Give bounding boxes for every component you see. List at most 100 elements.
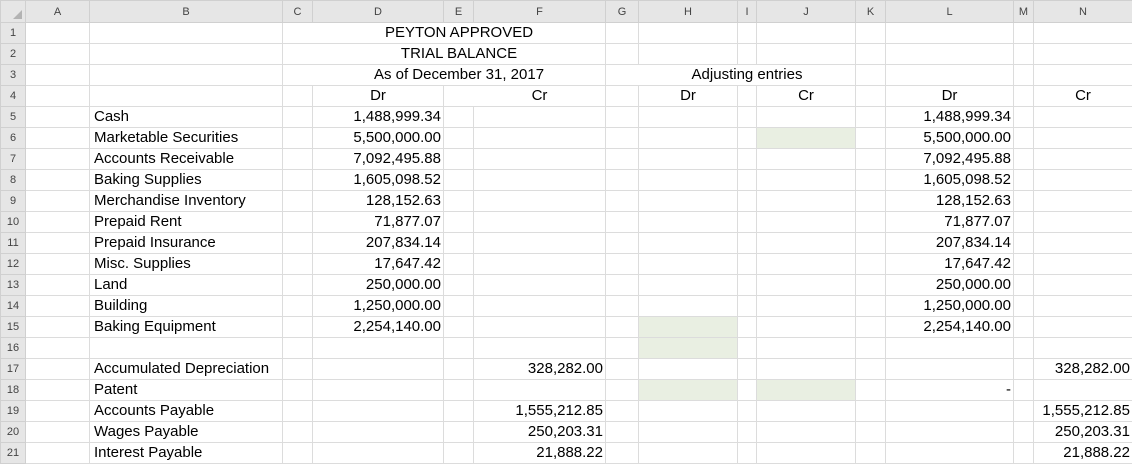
adj-credit-cell[interactable] <box>756 358 856 380</box>
cell[interactable] <box>737 379 757 401</box>
cell[interactable] <box>89 85 283 107</box>
adj-debit-cell[interactable] <box>638 253 738 275</box>
cell[interactable] <box>638 22 738 44</box>
cell[interactable] <box>25 43 90 65</box>
cell[interactable] <box>282 22 313 44</box>
row-header[interactable]: 19 <box>0 400 26 422</box>
account-name[interactable]: Land <box>89 274 283 296</box>
atb-credit-cell[interactable] <box>1033 190 1132 212</box>
atb-credit-cell[interactable]: 1,555,212.85 <box>1033 400 1132 422</box>
cell[interactable] <box>737 190 757 212</box>
adj-credit-cell[interactable] <box>756 232 856 254</box>
account-name[interactable]: Baking Equipment <box>89 316 283 338</box>
cell[interactable] <box>1013 190 1034 212</box>
cell[interactable] <box>605 421 639 443</box>
spreadsheet-grid[interactable]: A B C D E F G H I J K L M N 1 PEYTON APP… <box>0 0 1132 464</box>
cell[interactable] <box>605 148 639 170</box>
cell[interactable] <box>443 211 474 233</box>
atb-credit-cell[interactable]: 328,282.00 <box>1033 358 1132 380</box>
adj-debit-header[interactable]: Dr <box>638 85 738 107</box>
cell[interactable] <box>282 43 313 65</box>
atb-debit-header[interactable]: Dr <box>885 85 1014 107</box>
adj-debit-cell[interactable] <box>638 211 738 233</box>
adj-credit-cell[interactable] <box>756 400 856 422</box>
cell[interactable] <box>1013 64 1034 86</box>
tb-credit-cell[interactable]: 328,282.00 <box>473 358 606 380</box>
tb-debit-cell[interactable]: 7,092,495.88 <box>312 148 444 170</box>
cell[interactable] <box>443 316 474 338</box>
cell[interactable] <box>25 232 90 254</box>
cell[interactable] <box>605 232 639 254</box>
adj-credit-cell[interactable] <box>756 379 856 401</box>
cell[interactable] <box>282 400 313 422</box>
tb-debit-cell[interactable]: 1,250,000.00 <box>312 295 444 317</box>
tb-credit-cell[interactable] <box>473 337 606 359</box>
atb-debit-cell[interactable]: 1,605,098.52 <box>885 169 1014 191</box>
cell[interactable] <box>25 337 90 359</box>
adj-credit-cell[interactable] <box>756 211 856 233</box>
atb-credit-cell[interactable] <box>1033 127 1132 149</box>
atb-credit-cell[interactable] <box>1033 253 1132 275</box>
cell[interactable] <box>885 43 1014 65</box>
adj-debit-cell[interactable] <box>638 295 738 317</box>
tb-credit-header[interactable]: Cr <box>473 85 606 107</box>
cell[interactable] <box>25 169 90 191</box>
cell[interactable] <box>282 379 313 401</box>
cell[interactable] <box>89 22 283 44</box>
cell[interactable] <box>855 211 886 233</box>
adj-credit-cell[interactable] <box>756 106 856 128</box>
account-name[interactable]: Building <box>89 295 283 317</box>
cell[interactable] <box>443 421 474 443</box>
cell[interactable] <box>1033 64 1132 86</box>
column-header[interactable]: E <box>443 0 474 23</box>
cell[interactable] <box>737 337 757 359</box>
cell[interactable] <box>737 274 757 296</box>
row-header[interactable]: 9 <box>0 190 26 212</box>
cell[interactable] <box>443 148 474 170</box>
column-header[interactable]: J <box>756 0 856 23</box>
adj-credit-cell[interactable] <box>756 127 856 149</box>
cell[interactable] <box>605 358 639 380</box>
row-header[interactable]: 6 <box>0 127 26 149</box>
cell[interactable] <box>605 211 639 233</box>
cell[interactable] <box>282 64 313 86</box>
atb-debit-cell[interactable]: 250,000.00 <box>885 274 1014 296</box>
atb-credit-cell[interactable] <box>1033 316 1132 338</box>
cell[interactable] <box>443 85 474 107</box>
atb-debit-cell[interactable]: 128,152.63 <box>885 190 1014 212</box>
tb-credit-cell[interactable]: 1,555,212.85 <box>473 400 606 422</box>
cell[interactable] <box>737 211 757 233</box>
tb-debit-cell[interactable]: 207,834.14 <box>312 232 444 254</box>
adj-credit-cell[interactable] <box>756 190 856 212</box>
column-header[interactable]: C <box>282 0 313 23</box>
account-name[interactable]: Prepaid Insurance <box>89 232 283 254</box>
cell[interactable] <box>1013 316 1034 338</box>
cell[interactable] <box>737 358 757 380</box>
tb-credit-cell[interactable] <box>473 106 606 128</box>
column-header[interactable]: D <box>312 0 444 23</box>
cell[interactable] <box>282 211 313 233</box>
cell[interactable] <box>282 106 313 128</box>
atb-debit-cell[interactable] <box>885 358 1014 380</box>
row-header[interactable]: 14 <box>0 295 26 317</box>
cell[interactable] <box>855 22 886 44</box>
account-name[interactable]: Wages Payable <box>89 421 283 443</box>
row-header[interactable]: 4 <box>0 85 26 107</box>
cell[interactable] <box>443 232 474 254</box>
cell[interactable] <box>282 316 313 338</box>
cell[interactable] <box>443 190 474 212</box>
atb-debit-cell[interactable]: - <box>885 379 1014 401</box>
cell[interactable] <box>737 295 757 317</box>
cell[interactable] <box>282 358 313 380</box>
adj-debit-cell[interactable] <box>638 106 738 128</box>
cell[interactable] <box>282 85 313 107</box>
row-header[interactable]: 18 <box>0 379 26 401</box>
cell[interactable] <box>855 400 886 422</box>
adj-debit-cell[interactable] <box>638 379 738 401</box>
tb-credit-cell[interactable] <box>473 127 606 149</box>
atb-debit-cell[interactable]: 207,834.14 <box>885 232 1014 254</box>
account-name[interactable]: Accumulated Depreciation <box>89 358 283 380</box>
cell[interactable] <box>25 295 90 317</box>
tb-debit-cell[interactable]: 17,647.42 <box>312 253 444 275</box>
tb-debit-cell[interactable]: 71,877.07 <box>312 211 444 233</box>
